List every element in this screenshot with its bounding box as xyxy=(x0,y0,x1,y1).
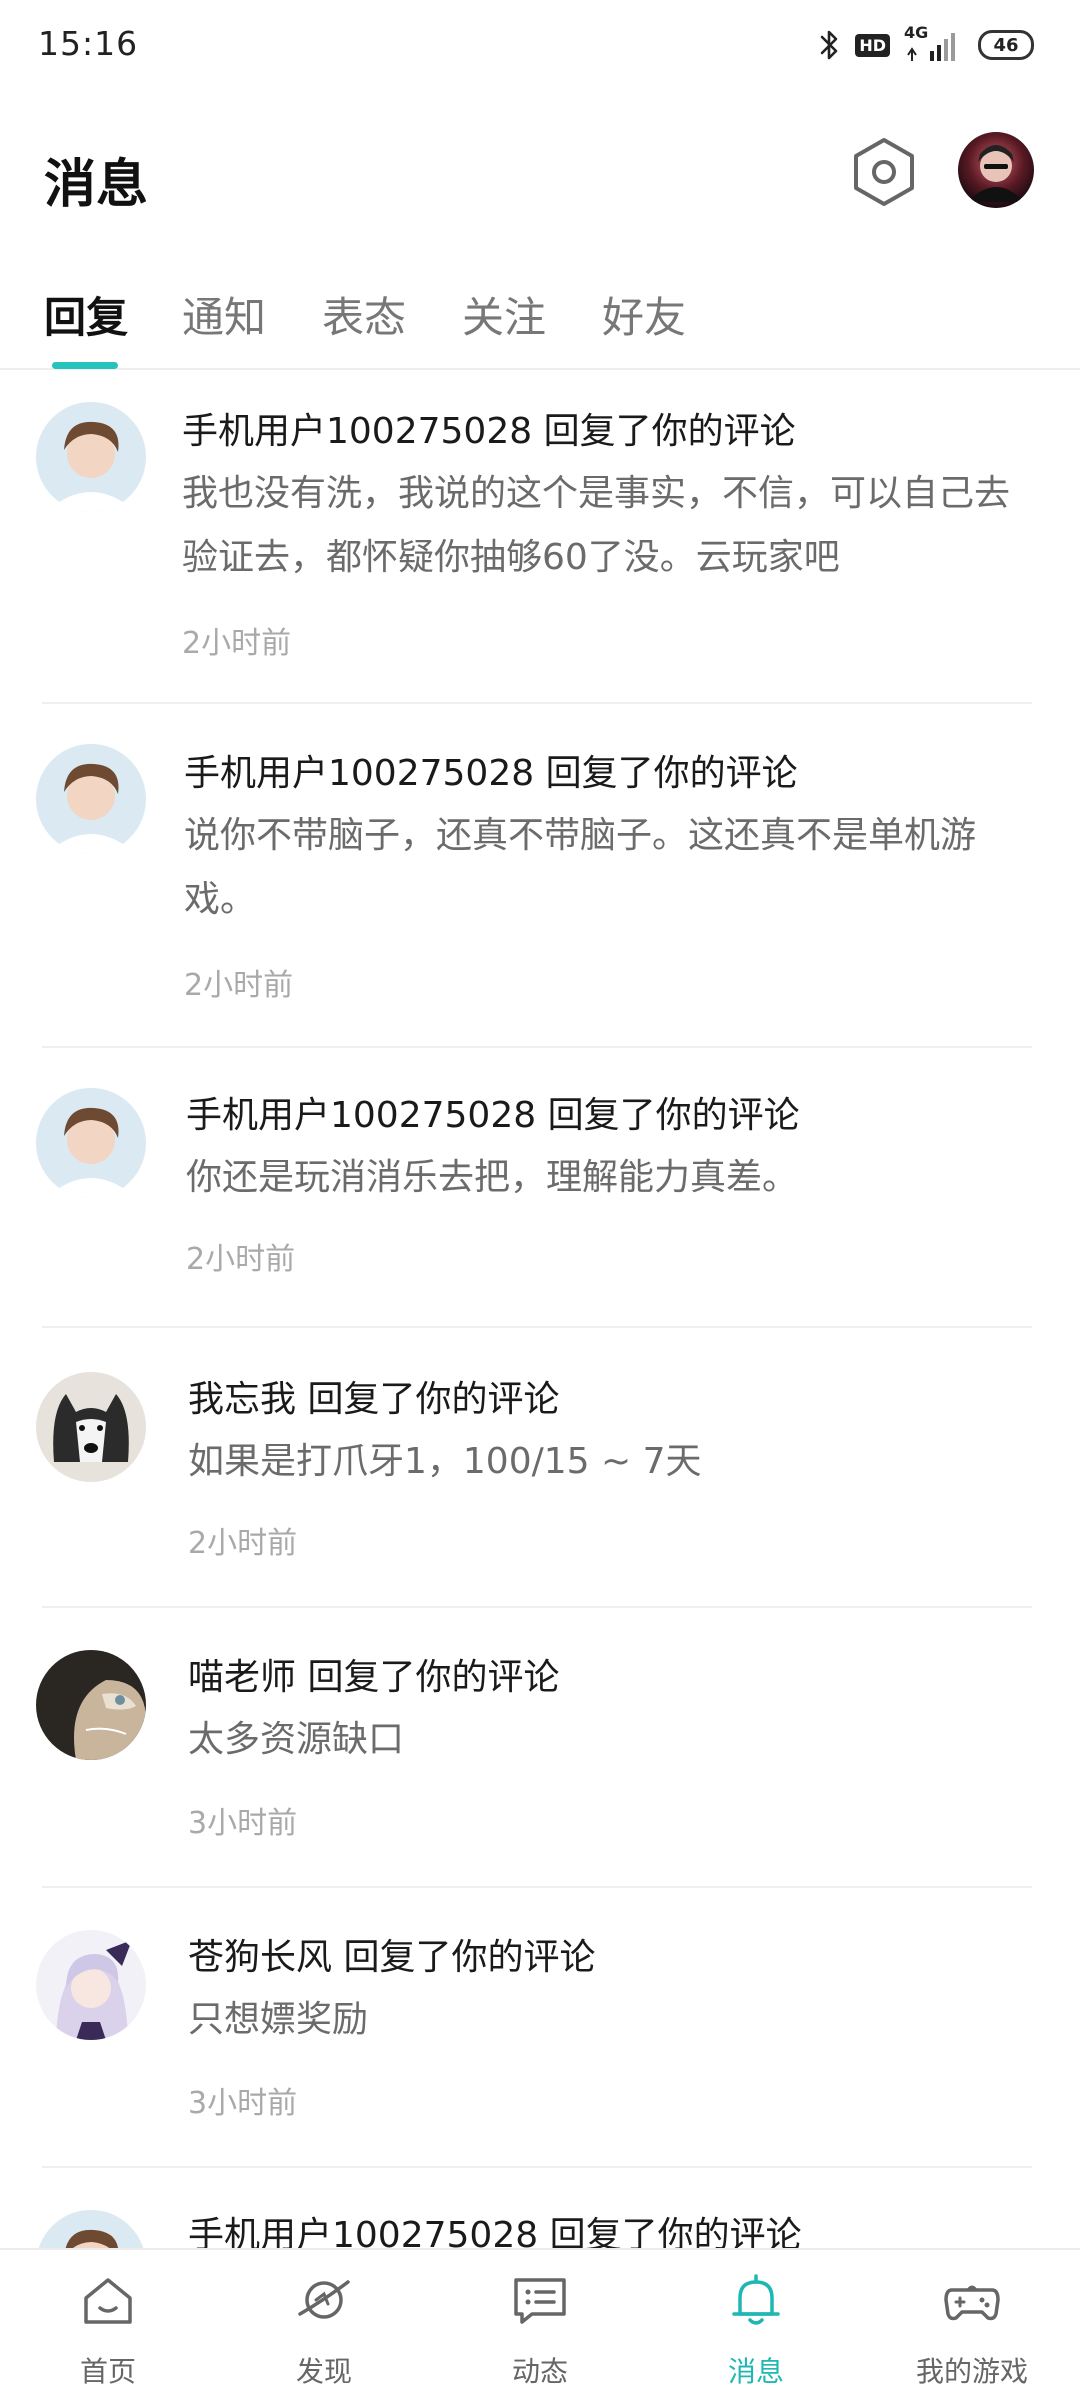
hd-badge: HD xyxy=(855,33,890,57)
signal-icon: 4G xyxy=(904,23,964,65)
settings-button[interactable] xyxy=(848,132,920,212)
message-list[interactable]: 手机用户100275028 回复了你的评论 我也没有洗，我说的这个是事实，不信，… xyxy=(0,372,1080,2248)
message-time: 3小时前 xyxy=(188,1806,298,1841)
status-icons: HD 4G 46 xyxy=(819,20,1034,70)
gamepad-icon xyxy=(944,2285,1000,2321)
list-item[interactable]: 我忘我 回复了你的评论 如果是打爪牙1，100/15 ~ 7天 2小时前 xyxy=(0,1328,1080,1606)
message-user[interactable]: 手机用户100275028 xyxy=(184,753,534,794)
message-user[interactable]: 手机用户100275028 xyxy=(182,411,532,452)
avatar[interactable] xyxy=(36,1930,146,2040)
user-avatar[interactable] xyxy=(958,132,1034,208)
bottom-navigation: 首页 发现 动态 消息 我的游戏 xyxy=(0,2248,1080,2400)
message-action: 回复了你的评论 xyxy=(307,1657,560,1698)
list-item[interactable]: 苍狗长风 回复了你的评论 只想嫖奖励 3小时前 xyxy=(0,1888,1080,2166)
nav-label: 我的游戏 xyxy=(915,2355,1028,2388)
bluetooth-icon xyxy=(819,28,841,62)
message-user[interactable]: 手机用户100275028 xyxy=(188,2215,538,2248)
message-user[interactable]: 我忘我 xyxy=(188,1379,296,1420)
active-tab-indicator xyxy=(52,362,118,369)
list-item[interactable]: 手机用户100275028 回复了你的评论 我也没有洗，我说的这个是事实，不信，… xyxy=(0,372,1080,704)
avatar[interactable] xyxy=(36,402,146,512)
tab-reply[interactable]: 回复 xyxy=(44,284,128,345)
list-item[interactable]: 手机用户100275028 回复了你的评论 xyxy=(0,2168,1080,2248)
message-time: 2小时前 xyxy=(184,968,294,1003)
message-action: 回复了你的评论 xyxy=(343,1937,596,1978)
avatar[interactable] xyxy=(36,1088,146,1198)
message-tabs: 回复 通知 表态 关注 好友 xyxy=(0,270,1080,370)
message-time: 3小时前 xyxy=(188,2086,298,2121)
message-body: 你还是玩消消乐去把，理解能力真差。 xyxy=(186,1157,799,1198)
status-bar: 15:16 HD 4G 46 xyxy=(0,0,1080,90)
message-body: 太多资源缺口 xyxy=(188,1719,405,1760)
message-body: 我也没有洗，我说的这个是事实，不信，可以自己去验证去，都怀疑你抽够60了没。云玩… xyxy=(182,473,1011,578)
home-icon xyxy=(84,2278,132,2324)
message-title: 手机用户100275028 回复了你的评论 xyxy=(184,744,798,796)
avatar[interactable] xyxy=(36,1372,146,1482)
tab-notification[interactable]: 通知 xyxy=(182,284,266,345)
message-action: 回复了你的评论 xyxy=(307,1379,560,1420)
nav-home[interactable]: 首页 xyxy=(18,2250,198,2400)
nav-feed[interactable]: 动态 xyxy=(450,2250,630,2400)
list-item[interactable]: 喵老师 回复了你的评论 太多资源缺口 3小时前 xyxy=(0,1608,1080,1886)
message-user[interactable]: 苍狗长风 xyxy=(188,1937,332,1978)
message-time: 2小时前 xyxy=(182,626,292,661)
nav-label: 动态 xyxy=(511,2355,568,2388)
list-item[interactable]: 手机用户100275028 回复了你的评论 说你不带脑子，还真不带脑子。这还真不… xyxy=(0,704,1080,1046)
planet-icon xyxy=(298,2280,350,2319)
avatar[interactable] xyxy=(36,744,146,854)
avatar[interactable] xyxy=(36,2210,146,2248)
message-action: 回复了你的评论 xyxy=(547,1095,800,1136)
tab-friends[interactable]: 好友 xyxy=(602,284,686,345)
battery-indicator: 46 xyxy=(978,30,1034,60)
tab-follow[interactable]: 关注 xyxy=(462,284,546,345)
message-user[interactable]: 喵老师 xyxy=(188,1657,296,1698)
message-title: 喵老师 回复了你的评论 xyxy=(188,1648,559,1700)
message-action: 回复了你的评论 xyxy=(543,411,796,452)
message-action: 回复了你的评论 xyxy=(549,2215,802,2248)
chat-card-icon xyxy=(514,2278,566,2324)
message-body: 如果是打爪牙1，100/15 ~ 7天 xyxy=(188,1441,702,1482)
status-time: 15:16 xyxy=(38,24,139,63)
message-title: 手机用户100275028 回复了你的评论 xyxy=(188,2206,802,2248)
list-item[interactable]: 手机用户100275028 回复了你的评论 你还是玩消消乐去把，理解能力真差。 … xyxy=(0,1048,1080,1326)
header: 消息 xyxy=(0,120,1080,230)
bell-icon xyxy=(732,2274,780,2325)
message-title: 手机用户100275028 回复了你的评论 xyxy=(182,402,796,454)
nav-label: 发现 xyxy=(295,2355,352,2388)
avatar[interactable] xyxy=(36,1650,146,1760)
message-time: 2小时前 xyxy=(186,1242,296,1277)
nav-my-games[interactable]: 我的游戏 xyxy=(882,2250,1062,2400)
message-title: 手机用户100275028 回复了你的评论 xyxy=(186,1086,800,1138)
page-title: 消息 xyxy=(44,155,149,215)
message-body: 说你不带脑子，还真不带脑子。这还真不是单机游戏。 xyxy=(184,815,977,920)
settings-hexagon-icon xyxy=(854,138,914,206)
message-time: 2小时前 xyxy=(188,1526,298,1561)
nav-discover[interactable]: 发现 xyxy=(234,2250,414,2400)
message-title: 我忘我 回复了你的评论 xyxy=(188,1370,559,1422)
nav-messages[interactable]: 消息 xyxy=(666,2250,846,2400)
tab-reaction[interactable]: 表态 xyxy=(322,284,406,345)
nav-label: 首页 xyxy=(79,2355,136,2388)
message-body: 只想嫖奖励 xyxy=(188,1999,369,2040)
nav-label: 消息 xyxy=(727,2355,784,2388)
message-user[interactable]: 手机用户100275028 xyxy=(186,1095,536,1136)
message-title: 苍狗长风 回复了你的评论 xyxy=(188,1928,595,1980)
message-action: 回复了你的评论 xyxy=(545,753,798,794)
